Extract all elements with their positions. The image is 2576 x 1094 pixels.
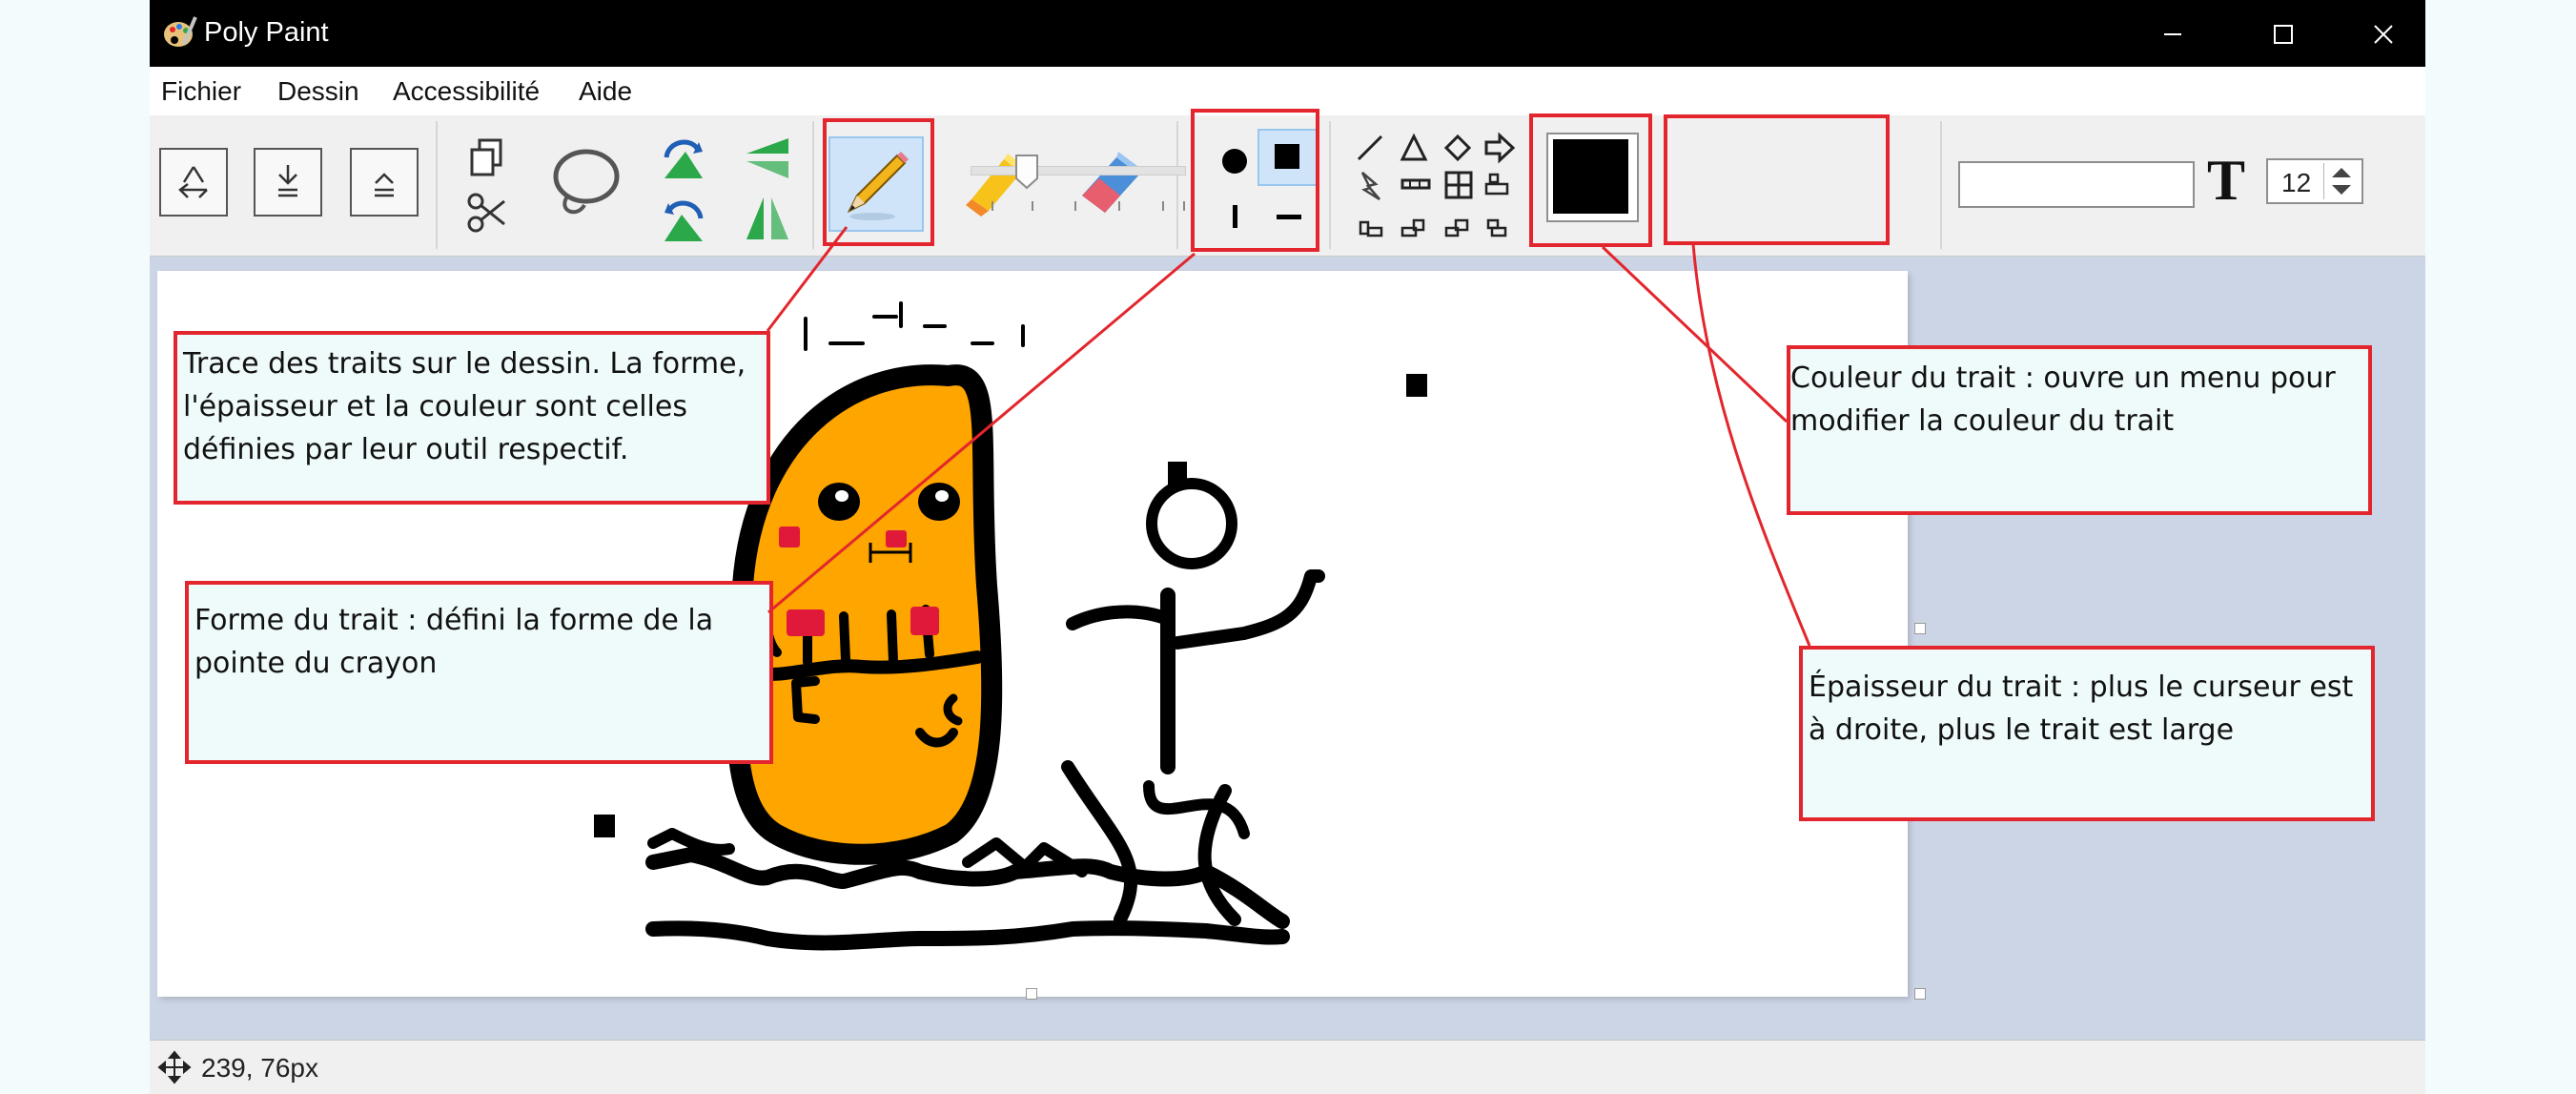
font-size-value[interactable]: 12 xyxy=(2281,168,2311,198)
slider-tick xyxy=(1074,201,1076,211)
arrow-shape-icon[interactable] xyxy=(1484,132,1516,164)
flip-vertical-icon[interactable] xyxy=(739,131,796,188)
flip-horizontal-icon[interactable] xyxy=(739,190,796,247)
recycle-icon xyxy=(178,166,208,198)
font-size-stepper[interactable]: 12 xyxy=(2266,158,2363,204)
send-backward-button[interactable] xyxy=(254,148,322,217)
line-shape-icon[interactable] xyxy=(1357,134,1383,161)
stroke-color-highlight xyxy=(1529,114,1652,247)
package-shape-icon[interactable] xyxy=(1359,220,1383,237)
callout-stroke-shape: Forme du trait : défini la forme de la p… xyxy=(185,581,773,764)
slider-tick xyxy=(1162,201,1164,211)
separator xyxy=(436,121,438,249)
palette-icon xyxy=(164,16,197,47)
separator xyxy=(812,121,814,249)
stroke-thickness-highlight xyxy=(1664,114,1890,245)
slider-tick xyxy=(1183,201,1185,211)
menu-accessibilite[interactable]: Accessibilité xyxy=(393,76,540,107)
resize-handle-right[interactable] xyxy=(1914,623,1926,634)
poly-paint-window: Poly Paint Fichier Dessin Accessibilité … xyxy=(150,0,2425,1094)
triangle-shape-icon[interactable] xyxy=(1400,133,1428,161)
resize-handle-bottom[interactable] xyxy=(1026,988,1037,1000)
slider-tick xyxy=(1032,201,1033,211)
close-button[interactable] xyxy=(2340,0,2425,67)
bring-forward-icon xyxy=(375,173,394,197)
stepper-arrows-icon[interactable] xyxy=(2323,163,2359,199)
menu-fichier[interactable]: Fichier xyxy=(161,76,241,107)
eraser-icon[interactable] xyxy=(1071,142,1151,222)
dashed-line-icon[interactable] xyxy=(1400,178,1431,190)
cut-icon[interactable] xyxy=(464,190,510,236)
actor-shape-icon[interactable] xyxy=(1400,218,1425,237)
move-icon xyxy=(157,1050,192,1084)
slider-track[interactable] xyxy=(971,166,1186,175)
shape-palette[interactable] xyxy=(1347,123,1538,253)
maximize-icon xyxy=(2274,25,2293,44)
send-backward-icon xyxy=(278,165,297,197)
slider-tick xyxy=(992,201,993,211)
rotate-back-icon[interactable] xyxy=(655,190,712,247)
title-bar: Poly Paint xyxy=(150,0,2425,67)
lightning-shape-icon[interactable] xyxy=(1360,172,1380,201)
callout-stroke-thickness: Épaisseur du trait : plus le curseur est… xyxy=(1799,646,2375,821)
separator xyxy=(1940,121,1942,249)
resize-handle-corner[interactable] xyxy=(1914,988,1926,1000)
text-input[interactable] xyxy=(1958,161,2195,208)
menu-dessin[interactable]: Dessin xyxy=(277,76,359,107)
class-shape-icon[interactable] xyxy=(1484,173,1509,196)
minimize-icon xyxy=(2164,33,2181,35)
bring-forward-button[interactable] xyxy=(350,148,419,217)
pencil-highlight xyxy=(823,118,934,246)
recycle-button[interactable] xyxy=(159,148,228,217)
close-icon xyxy=(2374,25,2393,44)
menu-aide[interactable]: Aide xyxy=(579,76,632,107)
separator xyxy=(1176,121,1178,249)
stroke-shape-highlight xyxy=(1191,109,1319,252)
status-bar: 239, 76px xyxy=(150,1040,2425,1094)
rotate-icon[interactable] xyxy=(655,131,712,188)
maximize-button[interactable] xyxy=(2240,0,2326,67)
component-shape-icon[interactable] xyxy=(1444,218,1469,237)
diamond-shape-icon[interactable] xyxy=(1443,134,1472,162)
slider-tick xyxy=(1118,201,1120,211)
toolbar: T 12 xyxy=(150,109,2425,257)
callout-pencil: Trace des traits sur le dessin. La forme… xyxy=(174,331,770,505)
cursor-coordinates: 239, 76px xyxy=(201,1053,318,1083)
copy-icon[interactable] xyxy=(464,134,510,180)
callout-stroke-color: Couleur du trait : ouvre un menu pour mo… xyxy=(1787,345,2372,515)
minimize-button[interactable] xyxy=(2130,0,2216,67)
text-tool-icon[interactable]: T xyxy=(2207,152,2245,209)
slider-thumb[interactable] xyxy=(1014,154,1039,190)
node-shape-icon[interactable] xyxy=(1486,218,1507,237)
separator xyxy=(1329,121,1331,249)
lasso-icon[interactable] xyxy=(548,144,623,224)
grid-shape-icon[interactable] xyxy=(1444,171,1473,199)
window-title: Poly Paint xyxy=(204,17,329,48)
